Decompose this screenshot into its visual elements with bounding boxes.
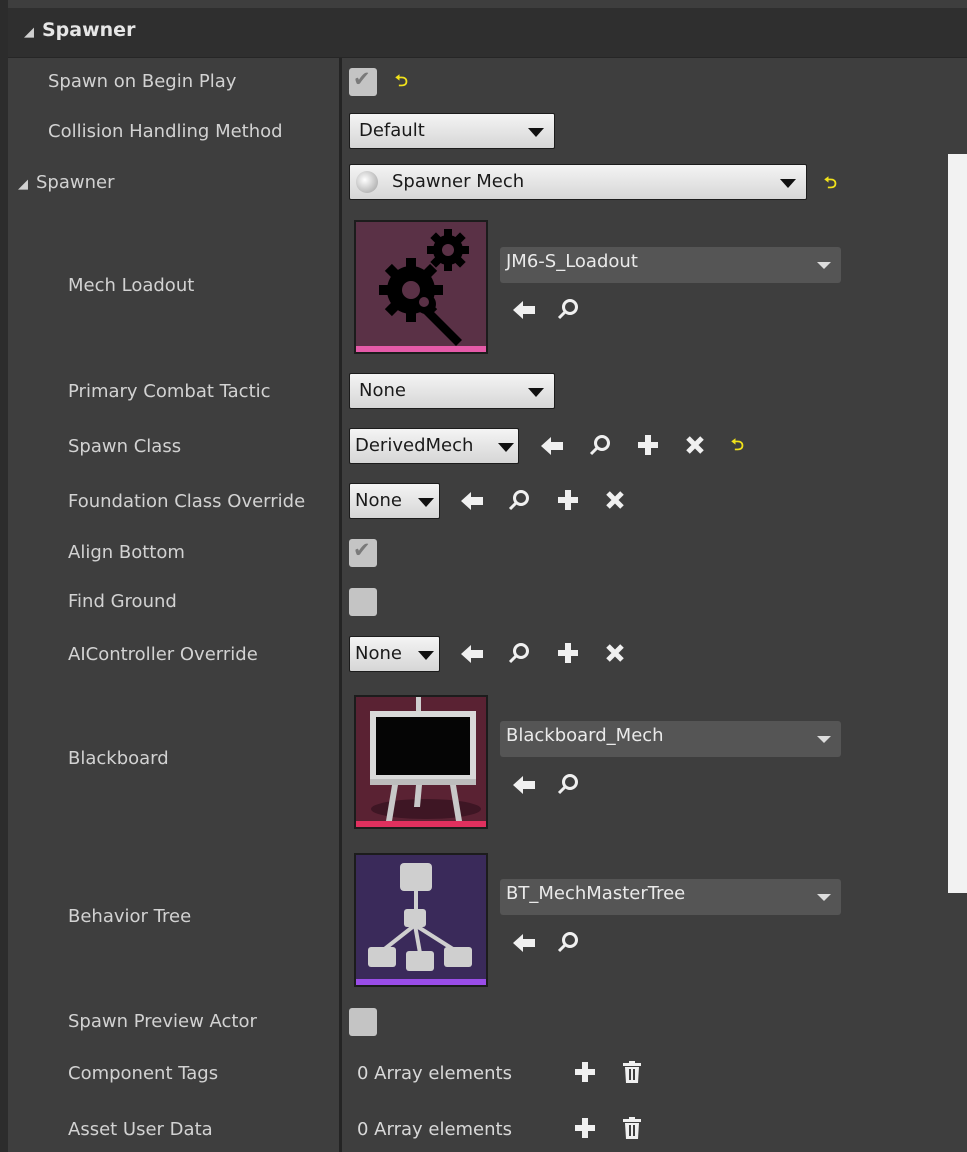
combo-value: None (359, 380, 406, 401)
label-spawner: Spawner (36, 172, 115, 193)
left-arrow-icon[interactable] (461, 491, 483, 511)
chevron-down-icon (528, 388, 544, 397)
search-icon[interactable] (557, 298, 579, 320)
combo-value: Spawner Mech (392, 171, 525, 192)
label-spawn-on-begin-play: Spawn on Begin Play (48, 71, 237, 92)
blackboard-thumbnail[interactable] (354, 695, 488, 829)
label-asset-user-data: Asset User Data (68, 1119, 213, 1140)
category-title: Spawner (42, 19, 136, 41)
asset-type-bar (356, 821, 486, 827)
expand-triangle-icon[interactable]: ◢ (18, 177, 28, 192)
spawn-on-begin-play-checkbox[interactable] (349, 67, 377, 96)
label-collision-handling-method: Collision Handling Method (48, 121, 283, 142)
label-mech-loadout: Mech Loadout (68, 275, 195, 296)
spawn-class-combo[interactable]: DerivedMech (349, 428, 519, 464)
trash-icon[interactable] (623, 1117, 641, 1139)
column-divider[interactable] (339, 58, 342, 1152)
label-aicontroller-override: AIController Override (68, 644, 258, 665)
left-arrow-icon[interactable] (541, 436, 563, 456)
reset-to-default-icon[interactable]: ⮌ (731, 434, 744, 461)
component-tags-count: 0 Array elements (357, 1063, 512, 1084)
left-arrow-icon[interactable] (513, 300, 535, 320)
chevron-down-icon (817, 894, 831, 901)
mech-loadout-thumbnail[interactable] (354, 220, 488, 354)
blackboard-asset-combo[interactable]: Blackboard_Mech (500, 721, 841, 757)
search-icon[interactable] (557, 931, 579, 953)
trash-icon[interactable] (623, 1061, 641, 1083)
combo-value: None (355, 490, 402, 511)
details-panel: ◢ Spawner Spawn on Begin Play ⮌ Collisio… (0, 0, 967, 1152)
chevron-down-icon (817, 736, 831, 743)
behavior-tree-thumbnail[interactable] (354, 853, 488, 987)
label-primary-combat-tactic: Primary Combat Tactic (68, 381, 271, 402)
label-behavior-tree: Behavior Tree (68, 906, 192, 927)
easel-board-icon (370, 697, 481, 821)
find-ground-checkbox[interactable] (349, 588, 377, 616)
asset-type-bar (356, 346, 486, 352)
label-spawn-class: Spawn Class (68, 436, 182, 457)
collision-handling-combo[interactable]: Default (349, 113, 555, 149)
dropdown-overlay-edge (948, 154, 967, 893)
asset-user-data-count: 0 Array elements (357, 1119, 512, 1140)
behavior-tree-asset-combo[interactable]: BT_MechMasterTree (500, 879, 841, 915)
left-arrow-icon[interactable] (513, 933, 535, 953)
label-blackboard: Blackboard (68, 748, 169, 769)
search-icon[interactable] (508, 642, 530, 664)
spawner-class-combo[interactable]: Spawner Mech (349, 164, 807, 200)
align-bottom-checkbox[interactable] (349, 538, 377, 567)
label-find-ground: Find Ground (68, 591, 177, 612)
chevron-down-icon (528, 128, 544, 137)
x-icon[interactable] (606, 491, 624, 509)
tree-hierarchy-icon (368, 863, 472, 971)
label-align-bottom: Align Bottom (68, 542, 185, 563)
asset-name: BT_MechMasterTree (506, 883, 686, 904)
category-header-spawner[interactable]: ◢ Spawner (8, 8, 967, 58)
asset-type-bar (356, 979, 486, 985)
label-spawn-preview-actor: Spawn Preview Actor (68, 1011, 257, 1032)
search-icon[interactable] (589, 434, 611, 456)
chevron-down-icon (418, 651, 434, 660)
chevron-down-icon (780, 179, 796, 188)
reset-to-default-icon[interactable]: ⮌ (395, 70, 408, 97)
left-arrow-icon[interactable] (513, 775, 535, 795)
combo-value: None (355, 643, 402, 664)
chevron-down-icon (817, 262, 831, 269)
combo-value: DerivedMech (355, 435, 474, 456)
gears-icon (379, 229, 469, 346)
panel-left-edge (0, 0, 8, 1152)
collapse-triangle-icon[interactable]: ◢ (24, 25, 34, 40)
label-component-tags: Component Tags (68, 1063, 219, 1084)
class-sphere-icon (356, 171, 378, 193)
left-arrow-icon[interactable] (461, 644, 483, 664)
plus-icon[interactable] (637, 434, 659, 456)
foundation-class-override-combo[interactable]: None (349, 483, 440, 519)
chevron-down-icon (498, 443, 514, 452)
label-foundation-class-override: Foundation Class Override (68, 491, 306, 512)
chevron-down-icon (418, 498, 434, 507)
plus-icon[interactable] (557, 489, 579, 511)
plus-icon[interactable] (574, 1061, 596, 1083)
mech-loadout-asset-combo[interactable]: JM6-S_Loadout (500, 247, 841, 283)
reset-to-default-icon[interactable]: ⮌ (824, 172, 837, 199)
plus-icon[interactable] (574, 1117, 596, 1139)
plus-icon[interactable] (557, 642, 579, 664)
asset-name: JM6-S_Loadout (506, 251, 638, 272)
x-icon[interactable] (606, 644, 624, 662)
primary-combat-tactic-combo[interactable]: None (349, 373, 555, 409)
search-icon[interactable] (508, 489, 530, 511)
spawn-preview-actor-checkbox[interactable] (349, 1008, 377, 1036)
asset-name: Blackboard_Mech (506, 725, 664, 746)
x-icon[interactable] (686, 436, 704, 454)
search-icon[interactable] (557, 773, 579, 795)
combo-value: Default (359, 120, 425, 141)
aicontroller-override-combo[interactable]: None (349, 636, 440, 672)
